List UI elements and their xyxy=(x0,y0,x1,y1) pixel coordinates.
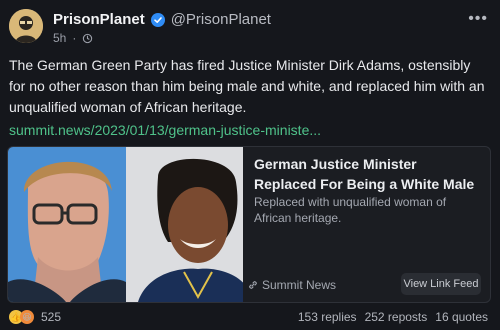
post-link[interactable]: summit.news/2023/01/13/german-justice-mi… xyxy=(9,122,321,138)
more-options-icon[interactable]: ••• xyxy=(468,10,488,28)
verified-badge-icon xyxy=(150,12,165,27)
author-row: PrisonPlanet @PrisonPlanet xyxy=(53,11,271,28)
post: PrisonPlanet @PrisonPlanet 5h · ••• The … xyxy=(0,0,500,330)
card-thumbnail xyxy=(8,147,243,302)
post-meta: 5h · xyxy=(53,31,93,45)
card-title[interactable]: German Justice Minister Replaced For Bei… xyxy=(254,154,479,194)
avatar-image xyxy=(9,9,43,43)
card-description: Replaced with unqualified woman of Afric… xyxy=(254,195,447,225)
laughing-face-icon: 😆 xyxy=(20,310,34,324)
edited-icon xyxy=(83,33,93,43)
author-handle[interactable]: @PrisonPlanet xyxy=(171,11,271,28)
author-display-name[interactable]: PrisonPlanet xyxy=(53,11,145,28)
author-avatar[interactable] xyxy=(9,9,43,43)
link-icon xyxy=(249,281,257,289)
reposts-count[interactable]: 252 reposts xyxy=(365,310,428,324)
replies-count[interactable]: 153 replies xyxy=(298,310,357,324)
link-preview-card[interactable]: German Justice Minister Replaced For Bei… xyxy=(7,146,491,303)
post-stats: 153 replies 252 reposts 16 quotes xyxy=(298,310,488,324)
card-source-name: Summit News xyxy=(262,278,337,292)
reactions-count: 525 xyxy=(41,310,62,324)
post-time[interactable]: 5h xyxy=(53,31,66,45)
post-text: The German Green Party has fired Justice… xyxy=(9,57,485,115)
post-footer: 👍 😆 525 153 replies 252 reposts 16 quote… xyxy=(0,308,500,328)
card-source: Summit News xyxy=(248,278,336,292)
reactions[interactable]: 👍 😆 525 xyxy=(9,310,61,324)
quotes-count[interactable]: 16 quotes xyxy=(435,310,488,324)
view-link-feed-button[interactable]: View Link Feed xyxy=(401,273,481,295)
